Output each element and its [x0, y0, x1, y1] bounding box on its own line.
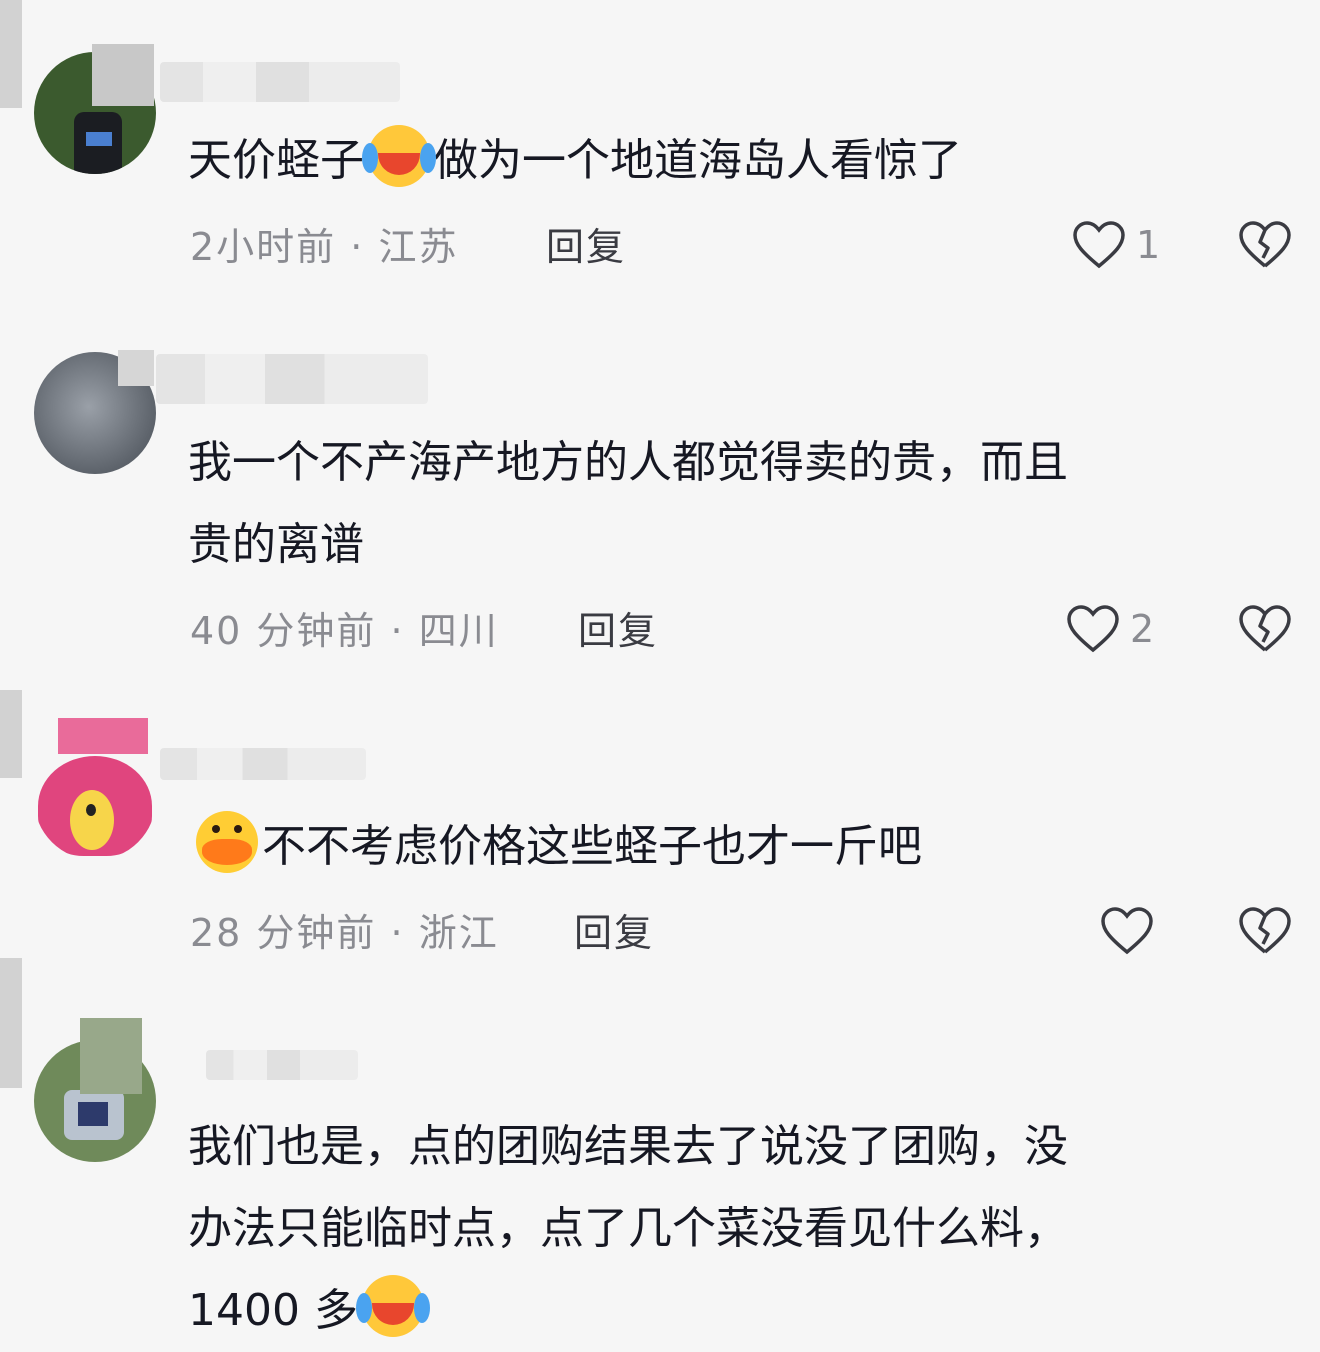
blurred-username[interactable]: [160, 62, 400, 102]
laughing-crying-emoji-icon: [355, 1275, 424, 1337]
comment-time: 40 分钟前: [190, 609, 377, 653]
reply-button[interactable]: 回复: [578, 606, 658, 656]
comment-location: 四川: [418, 609, 499, 653]
blurred-username[interactable]: [160, 748, 366, 780]
blurred-avatar-mosaic: [0, 0, 22, 108]
comment-text: 天价蛏子 做为一个地道海岛人看惊了: [188, 120, 1268, 202]
comment-text-part: 1400 多: [188, 1285, 358, 1336]
comment-text: 我们也是，点的团购结果去了说没了团购，没 办法只能临时点，点了几个菜没看见什么料…: [188, 1106, 1268, 1352]
blurred-avatar-mosaic: [80, 1018, 142, 1094]
broken-heart-icon[interactable]: [1238, 218, 1292, 272]
blurred-avatar-mosaic: [92, 44, 154, 106]
like-count: 1: [1136, 223, 1161, 267]
comment-meta: 2小时前 · 江苏: [190, 225, 459, 269]
like-count: 2: [1130, 607, 1155, 651]
comment-meta: 28 分钟前 · 浙江: [190, 911, 499, 955]
broken-heart-icon[interactable]: [1238, 602, 1292, 656]
comment-text-line: 贵的离谱: [188, 519, 364, 570]
reply-button[interactable]: 回复: [546, 222, 626, 272]
blurred-username[interactable]: [206, 1050, 358, 1080]
heart-icon: [1072, 220, 1126, 270]
blurred-avatar-mosaic: [58, 718, 148, 754]
comment-text-part: 做为一个地道海岛人看惊了: [434, 135, 962, 186]
comment-meta: 40 分钟前 · 四川: [190, 609, 499, 653]
comment-text-line: 办法只能临时点，点了几个菜没看见什么料，: [188, 1203, 1068, 1254]
broken-heart-icon[interactable]: [1238, 904, 1292, 958]
comment-time: 2小时前: [190, 225, 337, 269]
reply-button[interactable]: 回复: [574, 908, 654, 958]
comment-location: 江苏: [378, 225, 459, 269]
like-button[interactable]: 1: [1072, 220, 1160, 270]
comment-location: 浙江: [418, 911, 499, 955]
blurred-username[interactable]: [156, 354, 428, 404]
like-button[interactable]: 2: [1066, 604, 1154, 654]
comment-text-line: 我们也是，点的团购结果去了说没了团购，没: [188, 1121, 1068, 1172]
comment-text-part: 天价蛏子: [188, 135, 364, 186]
comment-text: 不不考虑价格这些蛏子也才一斤吧: [192, 806, 1272, 888]
avatar[interactable]: [34, 738, 156, 860]
comment-text: 我一个不产海产地方的人都觉得卖的贵，而且 贵的离谱: [188, 422, 1268, 586]
comment-text-line: 我一个不产海产地方的人都觉得卖的贵，而且: [188, 437, 1068, 488]
laughing-crying-emoji-icon: [362, 125, 430, 187]
like-button[interactable]: [1100, 906, 1164, 956]
duck-quack-emoji-icon: [196, 811, 258, 873]
comment-time: 28 分钟前: [190, 911, 377, 955]
comment-text-part: 不不考虑价格这些蛏子也才一斤吧: [262, 821, 922, 872]
heart-icon: [1066, 604, 1120, 654]
blurred-avatar-mosaic: [0, 958, 22, 1088]
heart-icon: [1100, 906, 1154, 956]
blurred-avatar-mosaic: [0, 690, 22, 778]
blurred-avatar-mosaic: [118, 350, 154, 386]
comment-text-line: 1400 多: [188, 1270, 1268, 1352]
